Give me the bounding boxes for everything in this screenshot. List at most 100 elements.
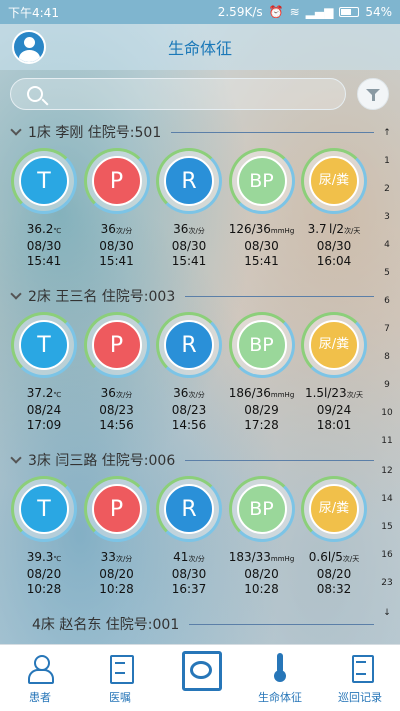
vital-value: 36次/分 xyxy=(101,386,133,403)
divider xyxy=(189,623,374,625)
vital-blood-pressure[interactable]: BP 186/36mmHg 08/29 17:28 xyxy=(226,310,298,446)
vital-symbol: P xyxy=(91,320,142,370)
vital-ring: P xyxy=(83,148,150,214)
index-item[interactable]: 5 xyxy=(378,268,396,278)
vital-respiration[interactable]: R 36次/分 08/23 14:56 xyxy=(153,310,225,446)
vital-ring: T xyxy=(11,476,77,542)
vital-row: T 39.3℃ 08/20 10:28 P 33次/分 08/20 10:28 … xyxy=(0,474,376,610)
value-unit: 次/分 xyxy=(188,555,205,563)
vital-ring: R xyxy=(156,148,222,214)
vital-symbol: R xyxy=(164,320,214,370)
vital-date: 09/24 xyxy=(316,403,352,417)
index-item[interactable]: 9 xyxy=(378,380,396,390)
vital-date: 08/30 xyxy=(171,567,207,581)
value-unit: 次/天 xyxy=(346,391,364,399)
patient-header[interactable]: 1床 李刚 住院号:501 xyxy=(0,118,376,146)
vital-time: 10:28 xyxy=(99,582,134,596)
network-speed: 2.59K/s xyxy=(217,5,263,19)
vital-respiration[interactable]: R 36次/分 08/30 15:41 xyxy=(153,146,225,282)
chevron-down-icon xyxy=(10,288,22,300)
vital-date: 08/23 xyxy=(171,403,207,417)
divider xyxy=(185,459,374,461)
user-avatar-icon[interactable] xyxy=(12,30,46,64)
vital-time: 15:41 xyxy=(99,254,134,268)
index-item[interactable]: 12 xyxy=(378,466,396,476)
index-item[interactable]: ↓ xyxy=(378,608,396,618)
index-item[interactable]: 10 xyxy=(378,408,396,418)
nav-item-vital-signs[interactable]: 生命体征 xyxy=(240,645,320,711)
index-item[interactable]: 23 xyxy=(378,578,396,588)
vital-temperature[interactable]: T 36.2℃ 08/30 15:41 xyxy=(8,146,80,282)
vital-ring: P xyxy=(83,312,150,378)
vital-ring: T xyxy=(11,312,77,378)
vital-urine-stool[interactable]: 尿/粪 3.7 l/2次/天 08/30 16:04 xyxy=(298,146,370,282)
vital-date: 08/20 xyxy=(244,567,279,581)
side-index[interactable]: ↑ 1 2 3 4 5 6 7 8 9 10 11 12 14 15 16 23… xyxy=(378,126,398,634)
vital-respiration[interactable]: R 41次/分 08/30 16:37 xyxy=(153,474,225,610)
index-item[interactable]: 16 xyxy=(378,550,396,560)
status-bar: 下午4:41 2.59K/s ⏰ ≋ ▂▄▆ 54% xyxy=(0,0,400,24)
vital-value: 39.3℃ xyxy=(27,550,62,567)
patient-list[interactable]: 1床 李刚 住院号:501 T 36.2℃ 08/30 15:41 P 36次/… xyxy=(0,118,376,644)
nav-item-round-records[interactable]: 巡回记录 xyxy=(320,645,400,711)
vital-ring: 尿/粪 xyxy=(301,312,367,378)
search-row xyxy=(0,76,400,112)
vital-pulse[interactable]: P 36次/分 08/23 14:56 xyxy=(81,310,153,446)
vital-urine-stool[interactable]: 尿/粪 0.6l/5次/天 08/20 08:32 xyxy=(298,474,370,610)
value-unit: ℃ xyxy=(53,227,62,235)
index-item[interactable]: 11 xyxy=(378,436,396,446)
search-box[interactable] xyxy=(10,78,346,110)
index-item[interactable]: 15 xyxy=(378,522,396,532)
nav-item-orders[interactable]: 医嘱 xyxy=(80,645,160,711)
value-number: 39.3 xyxy=(26,550,54,564)
value-number: 37.2 xyxy=(26,386,54,400)
index-item[interactable]: 7 xyxy=(378,324,396,334)
index-item[interactable]: 3 xyxy=(378,212,396,222)
search-input[interactable] xyxy=(53,83,333,107)
vital-ring: R xyxy=(156,476,222,542)
nav-item-scan[interactable] xyxy=(160,645,240,711)
value-unit: 次/天 xyxy=(344,227,361,235)
vital-temperature[interactable]: T 39.3℃ 08/20 10:28 xyxy=(8,474,80,610)
medical-order-icon xyxy=(106,653,134,684)
vital-value: 0.6l/5次/天 xyxy=(309,550,359,567)
vital-temperature[interactable]: T 37.2℃ 08/24 17:09 xyxy=(8,310,80,446)
bottom-nav: 患者 医嘱 生命体征 巡回记录 xyxy=(0,644,400,711)
vital-symbol: 尿/粪 xyxy=(309,156,359,206)
value-unit: mmHg xyxy=(270,227,295,235)
patient-header[interactable]: 2床 王三名 住院号:003 xyxy=(0,282,376,310)
value-number: 186/36 xyxy=(228,386,271,400)
vital-symbol: T xyxy=(19,156,69,206)
vital-time: 15:41 xyxy=(171,254,207,268)
patient-header[interactable]: 3床 闫三路 住院号:006 xyxy=(0,446,376,474)
vital-value: 3.7 l/2次/天 xyxy=(308,222,361,239)
index-item[interactable]: 8 xyxy=(378,352,396,362)
index-item[interactable]: 6 xyxy=(378,296,396,306)
vital-blood-pressure[interactable]: BP 183/33mmHg 08/20 10:28 xyxy=(226,474,298,610)
nav-item-patients[interactable]: 患者 xyxy=(0,645,80,711)
index-item[interactable]: 2 xyxy=(378,184,396,194)
patient-group: 3床 闫三路 住院号:006 T 39.3℃ 08/20 10:28 P 33次… xyxy=(0,446,376,610)
index-item[interactable]: 1 xyxy=(378,156,396,166)
value-unit: 次/分 xyxy=(115,555,133,563)
value-number: 1.5l/23 xyxy=(304,386,347,400)
vital-pulse[interactable]: P 36次/分 08/30 15:41 xyxy=(81,146,153,282)
patient-header[interactable]: 4床 赵名东 住院号:001 xyxy=(0,610,376,638)
vital-time: 17:28 xyxy=(244,418,279,432)
vital-blood-pressure[interactable]: BP 126/36mmHg 08/30 15:41 xyxy=(226,146,298,282)
value-number: 126/36 xyxy=(228,222,271,236)
vital-date: 08/30 xyxy=(99,239,134,253)
vital-value: 33次/分 xyxy=(101,550,133,567)
vital-ring: BP xyxy=(228,476,295,542)
index-item[interactable]: ↑ xyxy=(378,128,396,138)
filter-button[interactable] xyxy=(357,78,389,110)
vital-time: 16:37 xyxy=(171,582,207,596)
value-unit: 次/分 xyxy=(115,227,133,235)
vital-symbol: T xyxy=(19,484,69,534)
index-item[interactable]: 4 xyxy=(378,240,396,250)
wifi-icon: ≋ xyxy=(289,5,300,19)
index-item[interactable]: 14 xyxy=(378,494,396,504)
vital-urine-stool[interactable]: 尿/粪 1.5l/23次/天 09/24 18:01 xyxy=(298,310,370,446)
vital-pulse[interactable]: P 33次/分 08/20 10:28 xyxy=(81,474,153,610)
vital-row: T 36.2℃ 08/30 15:41 P 36次/分 08/30 15:41 … xyxy=(0,146,376,282)
